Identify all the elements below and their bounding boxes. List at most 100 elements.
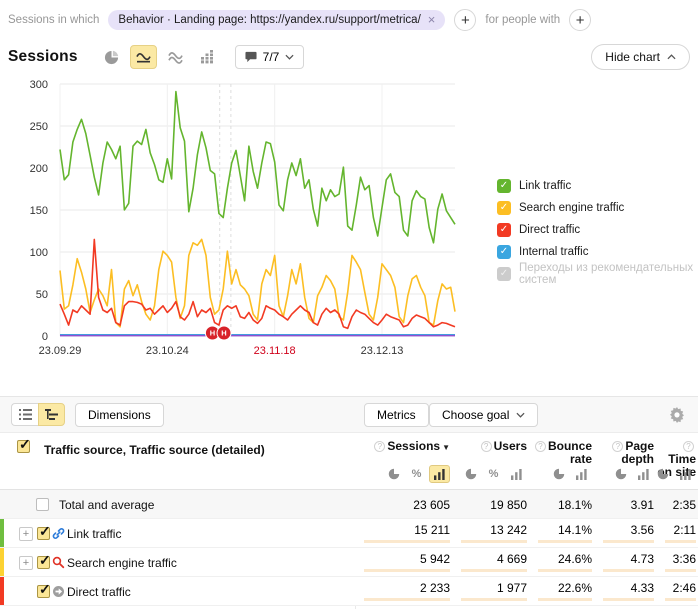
search-icon: [52, 556, 65, 569]
row-checkbox[interactable]: [37, 527, 50, 540]
cell-bar: [461, 569, 527, 572]
remove-segment-icon[interactable]: ×: [428, 15, 436, 25]
page-title: Sessions: [8, 48, 78, 66]
cell-bar: [461, 540, 527, 543]
legend-item-search-engine-traffic[interactable]: ✓ Search engine traffic: [497, 201, 698, 215]
sort-desc-icon: ▼: [442, 443, 450, 452]
pie-toggle-icon[interactable]: [652, 465, 673, 483]
svg-text:23.11.18: 23.11.18: [254, 345, 296, 357]
hide-chart-button[interactable]: Hide chart: [591, 44, 690, 70]
sort-by-page-depth[interactable]: Page depth: [621, 439, 654, 466]
add-user-condition-button[interactable]: +: [569, 9, 591, 31]
percent-toggle-icon[interactable]: %: [483, 465, 504, 483]
expand-row-button[interactable]: +: [19, 556, 33, 570]
select-all-checkbox[interactable]: [17, 440, 30, 453]
comment-bubble-icon: [245, 51, 257, 63]
help-icon[interactable]: ?: [374, 441, 385, 452]
checked-checkbox-icon: ✓: [497, 201, 511, 215]
direct-arrow-icon: [52, 585, 65, 598]
legend-item-link-traffic[interactable]: ✓ Link traffic: [497, 179, 698, 193]
help-icon[interactable]: ?: [535, 441, 546, 452]
add-session-condition-button[interactable]: +: [454, 9, 476, 31]
cell-bounce-rate: 24.6%: [558, 552, 592, 566]
cell-users: 1 977: [497, 581, 527, 595]
for-people-with-label: for people with: [485, 14, 560, 26]
legend-item-internal-traffic[interactable]: ✓ Internal traffic: [497, 245, 698, 259]
cell-bar: [364, 540, 450, 543]
chart-legend: ✓ Link traffic ✓ Search engine traffic ✓…: [497, 179, 698, 281]
row-checkbox[interactable]: [36, 498, 49, 511]
time-display-toggles: [652, 465, 696, 483]
sort-by-sessions[interactable]: Sessions: [387, 439, 440, 453]
bars-toggle-icon[interactable]: [429, 465, 450, 483]
column-chart-icon: [200, 50, 214, 64]
annotations-count: 7/7: [263, 50, 280, 64]
cell-bar: [603, 569, 654, 572]
cell-bar: [364, 569, 450, 572]
cell-bar: [538, 540, 592, 543]
column-header-page-depth: ?Page depth: [594, 433, 656, 489]
row-checkbox[interactable]: [37, 556, 50, 569]
row-label[interactable]: Search engine traffic: [67, 556, 177, 570]
total-sessions: 23 605: [413, 498, 450, 512]
line-chart-type-button[interactable]: [130, 45, 157, 69]
column-chart-type-button[interactable]: [194, 45, 221, 69]
cell-sessions: 2 233: [420, 581, 450, 595]
column-header-time-on-site: ?Time on site: [656, 433, 698, 489]
help-icon[interactable]: ?: [683, 441, 694, 452]
expand-row-button[interactable]: +: [19, 527, 33, 541]
column-header-bounce-rate: ?Bounce rate: [529, 433, 594, 489]
bounce-display-toggles: [548, 465, 592, 483]
help-icon[interactable]: ?: [612, 441, 623, 452]
segment-tag-label: Behavior · Landing page: https://yandex.…: [118, 14, 420, 26]
dimensions-button[interactable]: Dimensions: [75, 403, 164, 427]
hide-chart-label: Hide chart: [605, 50, 660, 64]
column-header-users: ?Users %: [452, 433, 529, 489]
cell-users: 13 242: [490, 523, 527, 537]
list-view-button[interactable]: [11, 403, 38, 426]
pie-chart-type-button[interactable]: [98, 45, 125, 69]
column-header-sessions: ?Sessions▼ %: [355, 433, 452, 489]
sort-by-users[interactable]: Users: [494, 439, 527, 453]
pie-toggle-icon[interactable]: [610, 465, 631, 483]
pie-toggle-icon[interactable]: [383, 465, 404, 483]
sessions-chart: 05010015020025030023.09.2923.10.2423.11.…: [0, 76, 698, 394]
help-icon[interactable]: ?: [481, 441, 492, 452]
tree-view-button[interactable]: [38, 403, 65, 426]
pie-toggle-icon[interactable]: [548, 465, 569, 483]
series-color-stripe: [0, 519, 4, 547]
sort-by-bounce-rate[interactable]: Bounce rate: [548, 439, 592, 466]
choose-goal-dropdown[interactable]: Choose goal: [429, 403, 538, 427]
cell-time-on-site: 3:36: [673, 552, 696, 566]
checked-checkbox-icon: ✓: [497, 245, 511, 259]
cell-time-on-site: 2:11: [674, 523, 696, 537]
table-row-search-engine-traffic: + Search engine traffic 5 942 4 669 24.6…: [0, 548, 698, 577]
annotations-dropdown[interactable]: 7/7: [235, 45, 305, 69]
stacked-area-icon: [168, 51, 183, 64]
bars-toggle-icon[interactable]: [633, 465, 654, 483]
cell-bar: [603, 598, 654, 601]
percent-toggle-icon[interactable]: %: [406, 465, 427, 483]
stacked-chart-type-button[interactable]: [162, 45, 189, 69]
row-label[interactable]: Direct traffic: [67, 585, 131, 599]
svg-text:50: 50: [36, 289, 48, 301]
choose-goal-label: Choose goal: [442, 408, 509, 422]
cell-time-on-site: 2:46: [673, 581, 696, 595]
bars-toggle-icon[interactable]: [506, 465, 527, 483]
row-label[interactable]: Link traffic: [67, 527, 121, 541]
dimension-column-header[interactable]: Traffic source, Traffic source (detailed…: [44, 443, 265, 457]
bars-toggle-icon[interactable]: [571, 465, 592, 483]
series-color-stripe: [0, 577, 4, 605]
tree-view-icon: [45, 409, 58, 420]
pie-toggle-icon[interactable]: [460, 465, 481, 483]
pie-chart-icon: [104, 50, 119, 65]
legend-item-direct-traffic[interactable]: ✓ Direct traffic: [497, 223, 698, 237]
segment-tag-landing-page[interactable]: Behavior · Landing page: https://yandex.…: [108, 10, 445, 30]
legend-label: Search engine traffic: [519, 202, 624, 214]
depth-display-toggles: [610, 465, 654, 483]
table-settings-gear-icon[interactable]: [669, 407, 685, 428]
yandex-metrica-report: Sessions in which Behavior · Landing pag…: [0, 0, 698, 609]
bars-toggle-icon[interactable]: [675, 465, 696, 483]
row-checkbox[interactable]: [37, 585, 50, 598]
metrics-button[interactable]: Metrics: [364, 403, 429, 427]
